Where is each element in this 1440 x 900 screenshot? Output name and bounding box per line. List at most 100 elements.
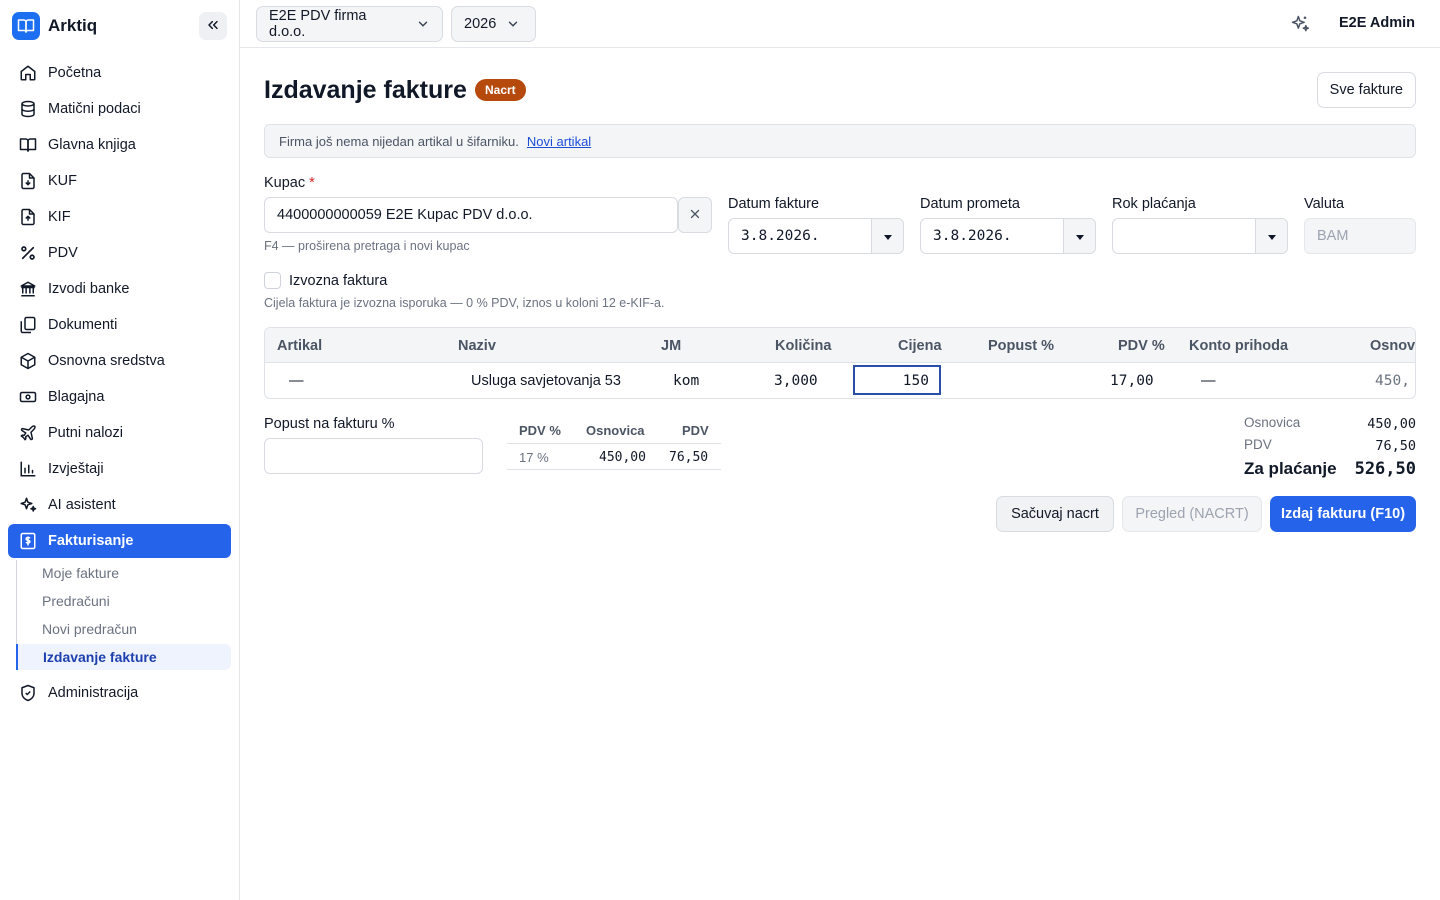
issue-invoice-button[interactable]: Izdaj fakturu (F10): [1270, 496, 1416, 532]
sidebar-item-fakturisanje[interactable]: Fakturisanje: [8, 524, 231, 558]
sidebar-item-label: Matični podaci: [48, 101, 141, 117]
turnover-date-label: Datum prometa: [920, 196, 1020, 212]
customer-input[interactable]: 4400000000059 E2E Kupac PDV d.o.o.: [264, 197, 678, 233]
caret-down-icon: [883, 228, 892, 244]
sidebar-item-maticni-podaci[interactable]: Matični podaci: [8, 92, 231, 126]
sidebar-item-label: Izvodi banke: [48, 281, 130, 297]
column-header[interactable]: Artikal: [277, 338, 322, 354]
user-menu[interactable]: E2E Admin: [1339, 15, 1415, 31]
all-invoices-button[interactable]: Sve fakture: [1316, 72, 1416, 108]
turnover-date-field[interactable]: 3.8.2026.: [920, 218, 1096, 254]
invoice-discount-input[interactable]: [264, 438, 483, 474]
subnav-item-izdavanje-fakture[interactable]: Izdavanje fakture: [16, 644, 231, 670]
company-select-value: E2E PDV firma d.o.o.: [269, 8, 367, 40]
sidebar-item-osnovna-sredstva[interactable]: Osnovna sredstva: [8, 344, 231, 378]
total-base-label: Osnovica: [1244, 415, 1301, 430]
export-invoice-checkbox[interactable]: [264, 272, 281, 289]
export-invoice-label[interactable]: Izvozna faktura: [289, 273, 387, 289]
sidebar: Arktiq Početna Matični podaci Glavna knj…: [0, 0, 240, 900]
sidebar-item-kif[interactable]: KIF: [8, 200, 231, 234]
column-header[interactable]: PDV %: [1118, 338, 1165, 354]
turnover-date-dropdown[interactable]: [1063, 219, 1095, 253]
cell-konto[interactable]: —: [1201, 373, 1216, 389]
box-icon: [18, 351, 38, 371]
sidebar-item-pocetna[interactable]: Početna: [8, 56, 231, 90]
export-hint: Cijela faktura je izvozna isporuka — 0 %…: [264, 296, 665, 310]
invoice-date-label: Datum fakture: [728, 196, 820, 212]
save-draft-button[interactable]: Sačuvaj nacrt: [996, 496, 1114, 532]
table-row: 17 % 450,00 76,50: [507, 444, 721, 470]
column-header[interactable]: Naziv: [458, 338, 496, 354]
year-select[interactable]: 2026: [451, 6, 536, 42]
sidebar-item-glavna-knjiga[interactable]: Glavna knjiga: [8, 128, 231, 162]
vat-summary-table: PDV % Osnovica PDV 17 % 450,00 76,50: [507, 418, 721, 470]
company-select[interactable]: E2E PDV firma d.o.o.: [256, 6, 443, 42]
chevrons-left-icon: [205, 17, 221, 36]
sidebar-item-izvjestaji[interactable]: Izvještaji: [8, 452, 231, 486]
due-date-dropdown[interactable]: [1255, 219, 1287, 253]
cell-kolicina[interactable]: 3,000: [774, 373, 818, 389]
sidebar-item-administracija[interactable]: Administracija: [8, 676, 231, 710]
notice-text: Firma još nema nijedan artikal u šifarni…: [279, 133, 519, 149]
cell-osnovica[interactable]: 450,: [1375, 373, 1410, 389]
sidebar-item-blagajna[interactable]: Blagajna: [8, 380, 231, 414]
file-out-icon: [18, 207, 38, 227]
chevron-down-icon: [506, 17, 520, 31]
sidebar-item-pdv[interactable]: PDV: [8, 236, 231, 270]
book-open-icon: [12, 12, 40, 40]
invoice-lines-grid: Artikal Naziv JM Količina Cijena Popust …: [264, 327, 1416, 399]
cell-cijena-editor[interactable]: 150: [853, 365, 941, 395]
invoice-date-field[interactable]: 3.8.2026.: [728, 218, 904, 254]
sidebar-item-izvodi-banke[interactable]: Izvodi banke: [8, 272, 231, 306]
currency-value: BAM: [1317, 228, 1349, 244]
subnav-item-moje-fakture[interactable]: Moje fakture: [16, 560, 231, 586]
new-item-link[interactable]: Novi artikal: [527, 134, 591, 149]
sidebar-item-label: Dokumenti: [48, 317, 118, 333]
sidebar-item-label: Osnovna sredstva: [48, 353, 165, 369]
turnover-date-value: 3.8.2026.: [933, 228, 1012, 244]
customer-input-value: 4400000000059 E2E Kupac PDV d.o.o.: [277, 207, 533, 223]
currency-label: Valuta: [1304, 196, 1345, 212]
total-due-value: 526,50: [1354, 459, 1416, 479]
customer-hint: F4 — proširena pretraga i novi kupac: [264, 239, 470, 253]
clear-customer-button[interactable]: [678, 197, 712, 233]
invoice-date-dropdown[interactable]: [871, 219, 903, 253]
invoice-icon: [18, 531, 38, 551]
percent-icon: [18, 243, 38, 263]
subnav-item-predracuni[interactable]: Predračuni: [16, 588, 231, 614]
status-badge: Nacrt: [475, 79, 526, 101]
collapse-sidebar-button[interactable]: [199, 12, 227, 40]
subnav-item-novi-predracun[interactable]: Novi predračun: [16, 616, 231, 642]
sidebar-item-kuf[interactable]: KUF: [8, 164, 231, 198]
sidebar-item-label: KIF: [48, 209, 71, 225]
sidebar-item-label: PDV: [48, 245, 78, 261]
total-due-label: Za plaćanje: [1244, 459, 1337, 478]
column-header[interactable]: Popust %: [988, 338, 1054, 354]
sidebar-item-label: Putni nalozi: [48, 425, 123, 441]
total-vat-value: 76,50: [1375, 438, 1416, 454]
cell-artikal[interactable]: —: [289, 373, 304, 389]
home-icon: [18, 63, 38, 83]
ai-sparkle-icon[interactable]: [1290, 14, 1310, 34]
cell-jm[interactable]: kom: [673, 373, 699, 389]
database-icon: [18, 99, 38, 119]
brand[interactable]: Arktiq: [12, 12, 97, 40]
vat-base: 450,00: [599, 450, 646, 465]
cash-icon: [18, 387, 38, 407]
sidebar-nav: Početna Matični podaci Glavna knjiga KUF…: [8, 56, 231, 712]
notice-banner: Firma još nema nijedan artikal u šifarni…: [264, 124, 1416, 158]
preview-button[interactable]: Pregled (NACRT): [1122, 496, 1262, 532]
sidebar-item-putni-nalozi[interactable]: Putni nalozi: [8, 416, 231, 450]
due-date-label: Rok plaćanja: [1112, 196, 1196, 212]
cell-pdv[interactable]: 17,00: [1110, 373, 1154, 389]
sidebar-item-ai-asistent[interactable]: AI asistent: [8, 488, 231, 522]
column-header[interactable]: Konto prihoda: [1189, 338, 1288, 354]
column-header[interactable]: Količina: [775, 338, 831, 354]
due-date-field[interactable]: [1112, 218, 1288, 254]
sidebar-item-dokumenti[interactable]: Dokumenti: [8, 308, 231, 342]
total-base-value: 450,00: [1367, 416, 1416, 432]
column-header[interactable]: Osnov:: [1370, 338, 1415, 354]
column-header[interactable]: Cijena: [898, 338, 942, 354]
column-header[interactable]: JM: [661, 338, 681, 354]
cell-naziv[interactable]: Usluga savjetovanja 53: [471, 373, 621, 389]
